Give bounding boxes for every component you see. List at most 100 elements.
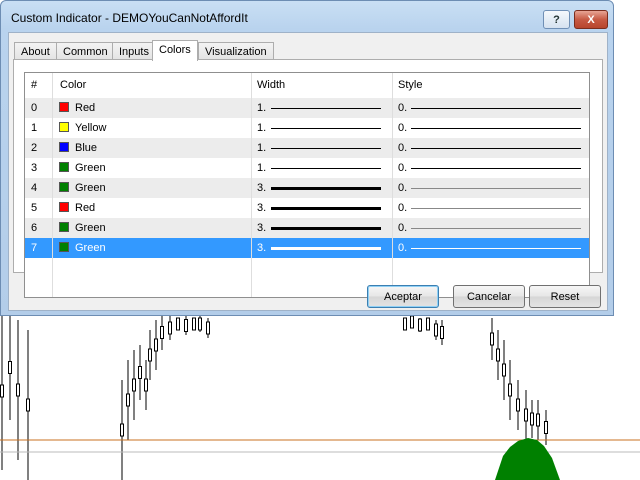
row-index: 6 [31, 222, 38, 234]
color-swatch[interactable] [59, 142, 69, 152]
style-value[interactable]: 0. [398, 198, 407, 218]
table-row[interactable]: 7 Green 3. 0. [25, 238, 589, 258]
color-name[interactable]: Blue [75, 138, 97, 158]
candle-body [0, 384, 4, 398]
tab-about[interactable]: About [14, 42, 57, 60]
table-row[interactable]: 0 Red 1. 0. [25, 98, 589, 118]
tab-visualization[interactable]: Visualization [198, 42, 274, 60]
style-value[interactable]: 0. [398, 178, 407, 198]
column-divider [251, 73, 252, 297]
header-color: Color [60, 79, 87, 91]
candle-body [440, 326, 444, 339]
candle-body [536, 413, 540, 427]
candle-body [176, 317, 180, 331]
candle-body [138, 366, 142, 379]
width-preview-line [271, 128, 381, 129]
color-name[interactable]: Red [75, 98, 95, 118]
style-value[interactable]: 0. [398, 158, 407, 178]
candle-body [434, 323, 438, 337]
candle-body [508, 383, 512, 397]
width-value[interactable]: 3. [257, 178, 266, 198]
table-row[interactable]: 1 Yellow 1. 0. [25, 118, 589, 138]
table-row[interactable]: 3 Green 1. 0. [25, 158, 589, 178]
window-title: Custom Indicator - DEMOYouCanNotAffordIt [11, 11, 248, 25]
row-index: 4 [31, 182, 38, 194]
tab-common[interactable]: Common [56, 42, 115, 60]
style-value[interactable]: 0. [398, 218, 407, 238]
candle-body [184, 319, 188, 332]
width-preview-line [271, 207, 381, 210]
candle-body [126, 393, 130, 407]
color-name[interactable]: Green [75, 218, 106, 238]
candle-body [132, 378, 136, 392]
color-name[interactable]: Green [75, 238, 106, 258]
header-width: Width [257, 79, 286, 91]
colors-grid: # Color Width Style 0 Red 1. 0. 1 Yellow 1. 0. 2… [24, 72, 590, 298]
row-index: 1 [31, 122, 38, 134]
candle-body [496, 348, 500, 362]
color-swatch[interactable] [59, 162, 69, 172]
color-swatch[interactable] [59, 102, 69, 112]
help-button[interactable]: ? [543, 10, 570, 29]
dialog-client-area: About Common Inputs Colors Visualization… [8, 32, 608, 311]
width-value[interactable]: 3. [257, 198, 266, 218]
width-preview-line [271, 168, 381, 169]
width-value[interactable]: 1. [257, 138, 266, 158]
style-value[interactable]: 0. [398, 98, 407, 118]
candle-body [192, 317, 196, 331]
width-value[interactable]: 3. [257, 238, 266, 258]
candle-body [198, 317, 202, 331]
color-swatch[interactable] [59, 122, 69, 132]
color-swatch[interactable] [59, 222, 69, 232]
candle-body [516, 398, 520, 412]
candlesticks [0, 312, 548, 480]
width-preview-line [271, 227, 381, 230]
table-row[interactable]: 5 Red 3. 0. [25, 198, 589, 218]
width-preview-line [271, 148, 381, 149]
width-value[interactable]: 3. [257, 218, 266, 238]
color-swatch[interactable] [59, 182, 69, 192]
width-preview-line [271, 187, 381, 190]
ok-button[interactable]: Aceptar [367, 285, 439, 308]
width-preview-line [271, 247, 381, 250]
width-value[interactable]: 1. [257, 118, 266, 138]
color-name[interactable]: Red [75, 198, 95, 218]
candle-body [524, 408, 528, 422]
style-preview-line-thin [411, 208, 581, 209]
style-value[interactable]: 0. [398, 118, 407, 138]
style-preview-line [411, 148, 581, 149]
candle-body [154, 338, 158, 352]
width-value[interactable]: 1. [257, 158, 266, 178]
style-value[interactable]: 0. [398, 238, 407, 258]
table-row[interactable]: 4 Green 3. 0. [25, 178, 589, 198]
candle-body [206, 321, 210, 335]
column-divider [392, 73, 393, 297]
candle-body [148, 348, 152, 362]
tab-colors[interactable]: Colors [152, 40, 198, 61]
width-value[interactable]: 1. [257, 98, 266, 118]
candle-body [16, 383, 20, 397]
candle-body [160, 326, 164, 339]
style-value[interactable]: 0. [398, 138, 407, 158]
tab-inputs[interactable]: Inputs [112, 42, 156, 60]
title-bar[interactable]: Custom Indicator - DEMOYouCanNotAffordIt… [1, 1, 613, 33]
style-preview-line [411, 128, 581, 129]
reset-button[interactable]: Reset [529, 285, 601, 308]
header-style: Style [398, 79, 423, 91]
color-swatch[interactable] [59, 202, 69, 212]
color-name[interactable]: Green [75, 178, 106, 198]
cancel-button[interactable]: Cancelar [453, 285, 525, 308]
table-row[interactable]: 6 Green 3. 0. [25, 218, 589, 238]
candle-body [410, 315, 414, 329]
candle-body [426, 317, 430, 331]
candle-body [403, 317, 407, 331]
candle-body [168, 321, 172, 335]
candle-body [544, 421, 548, 434]
width-preview-line [271, 108, 381, 109]
table-row[interactable]: 2 Blue 1. 0. [25, 138, 589, 158]
candle-body [502, 363, 506, 377]
color-name[interactable]: Green [75, 158, 106, 178]
color-swatch[interactable] [59, 242, 69, 252]
close-button[interactable]: X [574, 10, 608, 29]
color-name[interactable]: Yellow [75, 118, 106, 138]
